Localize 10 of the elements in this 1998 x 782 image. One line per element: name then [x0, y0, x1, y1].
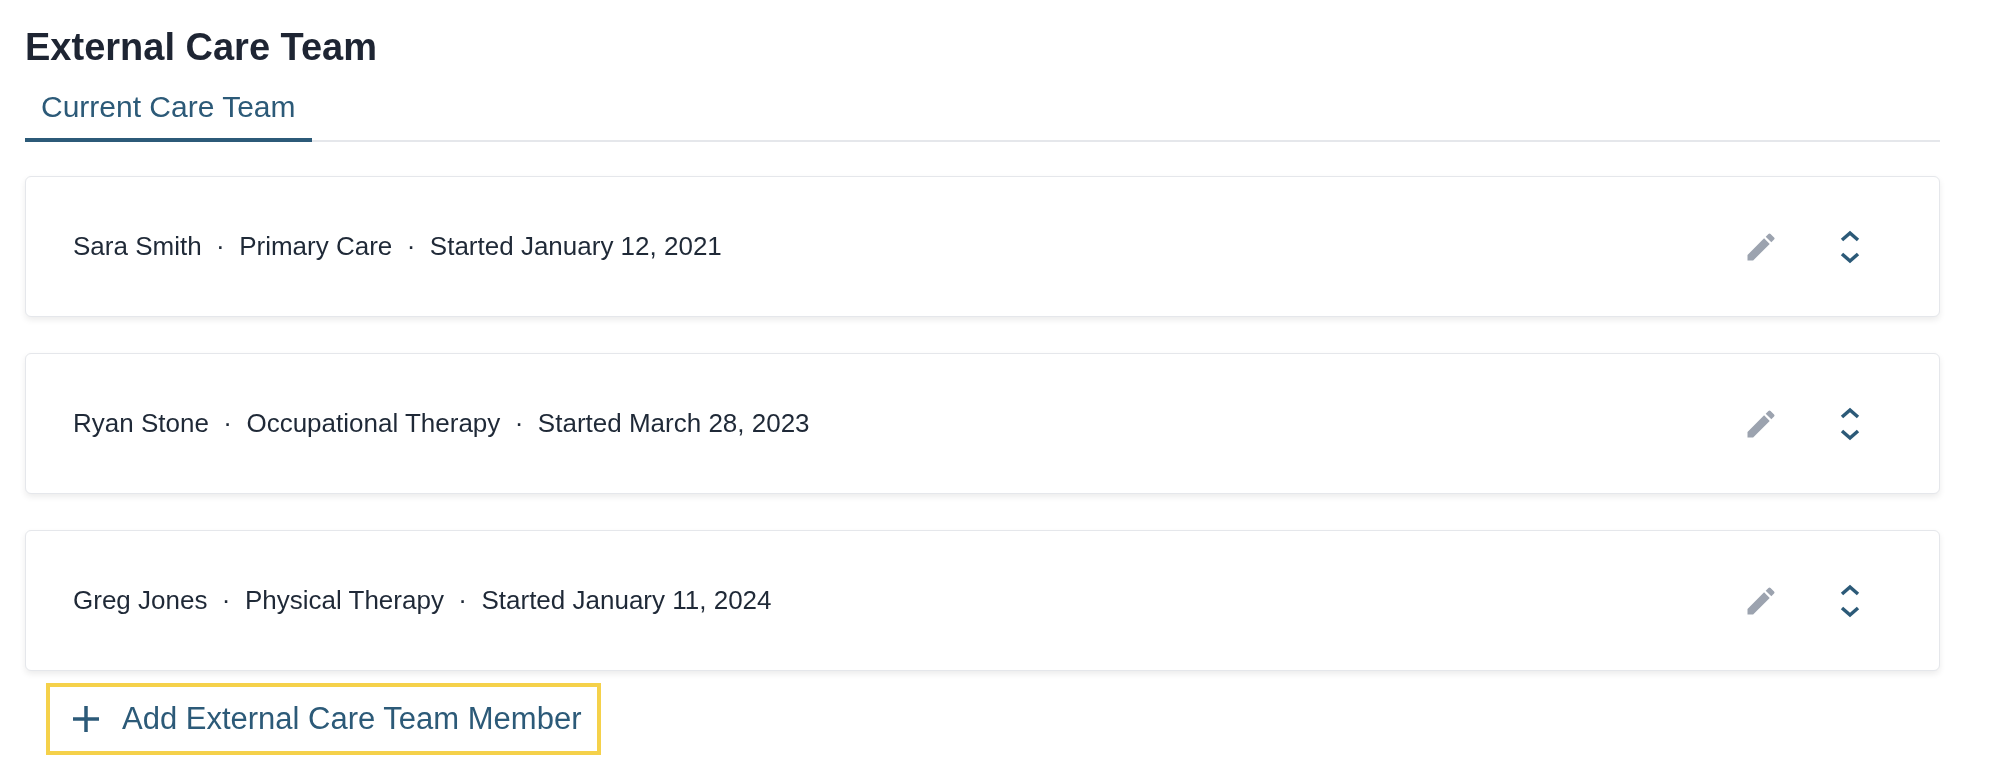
plus-icon: [72, 705, 100, 733]
add-member-button[interactable]: Add External Care Team Member: [46, 683, 602, 755]
member-summary: Sara Smith · Primary Care · Started January 12, 2021: [73, 230, 722, 263]
member-summary: Ryan Stone · Occupational Therapy · Started March 28, 2023: [73, 407, 810, 440]
tab[interactable]: Current Care Team: [25, 84, 312, 142]
page-title: External Care Team: [25, 25, 379, 70]
member-summary: Greg Jones · Physical Therapy · Started January 11, 2024: [73, 584, 772, 617]
expand-collapse-icon[interactable]: [1839, 405, 1861, 442]
expand-collapse-icon[interactable]: [1839, 228, 1861, 265]
expand-collapse-icon[interactable]: [1839, 582, 1861, 619]
